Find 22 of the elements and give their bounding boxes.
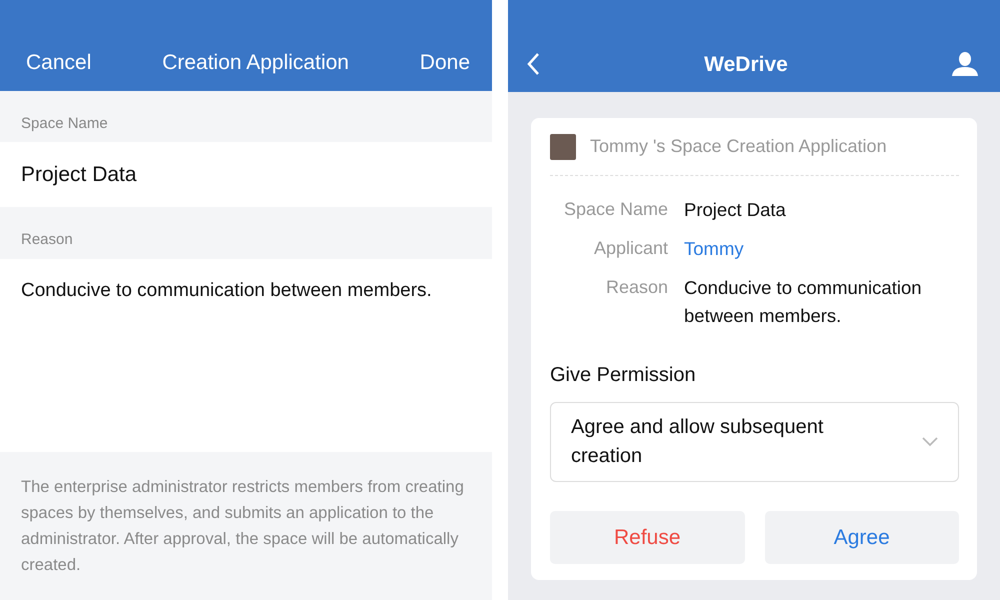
refuse-button[interactable]: Refuse bbox=[550, 511, 744, 564]
screen-title: Creation Application bbox=[162, 50, 349, 76]
user-icon[interactable] bbox=[952, 52, 978, 76]
applicant-link[interactable]: Tommy bbox=[684, 235, 744, 263]
card-title: Tommy 's Space Creation Application bbox=[590, 135, 887, 158]
section-title: Give Permission bbox=[550, 363, 697, 388]
done-button[interactable]: Done bbox=[420, 47, 470, 79]
cancel-button[interactable]: Cancel bbox=[26, 47, 92, 79]
avatar-photo bbox=[550, 134, 576, 160]
screen-title: WeDrive bbox=[704, 52, 788, 78]
detail-value: Project Data bbox=[684, 198, 786, 222]
detail-value: Conducive to communication between members. bbox=[684, 276, 923, 328]
field-label: Reason bbox=[0, 207, 492, 259]
chevron-down-icon bbox=[922, 437, 938, 447]
detail-label: Reason bbox=[604, 276, 668, 299]
info-note: The enterprise administrator restricts members from creating spaces by themselves, and submits an application to the administrator. After approval, the space will be automatically created. bbox=[0, 452, 492, 600]
permission-dropdown[interactable]: Agree and allow subsequent creation bbox=[550, 402, 959, 482]
detail-label: Applicant bbox=[592, 237, 668, 260]
detail-label: Space Name bbox=[562, 198, 668, 221]
back-icon[interactable] bbox=[526, 52, 540, 76]
field-label: Space Name bbox=[0, 90, 492, 142]
agree-button[interactable]: Agree bbox=[764, 511, 959, 564]
